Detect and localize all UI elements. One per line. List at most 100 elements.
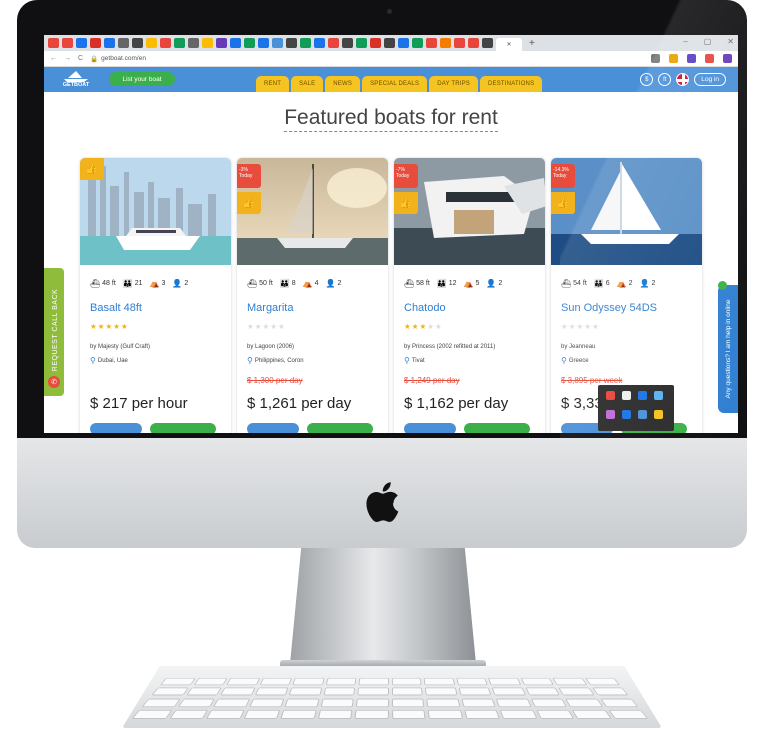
uk-flag-icon[interactable] xyxy=(676,73,690,86)
extension-icon[interactable] xyxy=(669,54,678,63)
spec-length: ⛴ 58 ft xyxy=(404,279,430,288)
details-button[interactable] xyxy=(90,423,142,433)
nav-tab-rent[interactable]: RENT xyxy=(256,76,290,92)
details-button[interactable] xyxy=(247,423,299,433)
browser-tab[interactable] xyxy=(370,38,381,48)
close-window-button[interactable]: ✕ xyxy=(727,37,734,46)
browser-tab-active[interactable]: ✕ xyxy=(496,38,522,51)
spec-cabins-value: 4 xyxy=(314,280,319,287)
browser-tab[interactable] xyxy=(342,38,353,48)
extension-icon[interactable] xyxy=(723,54,732,63)
current-price: $ 217 per hour xyxy=(90,395,188,412)
browser-tab[interactable] xyxy=(356,38,367,48)
browser-tab[interactable] xyxy=(426,38,437,48)
details-button[interactable] xyxy=(404,423,456,433)
browser-tab[interactable] xyxy=(258,38,269,48)
browser-tab[interactable] xyxy=(118,38,129,48)
browser-tab[interactable] xyxy=(202,38,213,48)
browser-tab[interactable] xyxy=(440,38,451,48)
url-field[interactable]: 🔒 getboat.com/en xyxy=(90,55,146,63)
nav-tab-news[interactable]: NEWS xyxy=(325,76,361,92)
request-callback-tab[interactable]: REQUEST CALL BACK ✆ xyxy=(44,268,64,396)
boat-builder: by Majesty (Gulf Craft) xyxy=(90,344,151,350)
browser-tab[interactable] xyxy=(412,38,423,48)
boat-card[interactable]: 👍 ⛴ 48 ft 👪 21 ⛺ 3 👤 2 Basalt 48ft ★★★★★ by Majesty… xyxy=(79,157,232,433)
browser-tab[interactable] xyxy=(230,38,241,48)
login-button[interactable]: Log in xyxy=(694,73,726,86)
browser-tab[interactable] xyxy=(272,38,283,48)
tray-app-icon[interactable] xyxy=(622,410,631,419)
browser-tab[interactable] xyxy=(286,38,297,48)
browser-tab[interactable] xyxy=(174,38,185,48)
tray-app-icon[interactable] xyxy=(622,391,631,400)
spec-cabins: ⛺ 3 xyxy=(150,279,166,288)
keyboard-key xyxy=(177,698,216,707)
spec-guests-value: 6 xyxy=(605,280,610,287)
browser-tab[interactable] xyxy=(216,38,227,48)
boat-name-link[interactable]: Basalt 48ft xyxy=(90,302,142,314)
browser-tab[interactable] xyxy=(132,38,143,48)
help-online-tab[interactable]: Any questions? I am help in online xyxy=(718,281,738,413)
tray-app-icon[interactable] xyxy=(638,410,647,419)
rating-stars: ★★★★★ xyxy=(561,322,600,331)
browser-tab[interactable] xyxy=(244,38,255,48)
boat-name-link[interactable]: Chatodo xyxy=(404,302,446,314)
browser-tab[interactable] xyxy=(314,38,325,48)
nav-tab-destinations[interactable]: DESTINATIONS xyxy=(480,76,543,92)
list-your-boat-button[interactable]: List your boat xyxy=(109,72,175,86)
browser-tab[interactable] xyxy=(104,38,115,48)
browser-tab[interactable] xyxy=(48,38,59,48)
tray-app-icon[interactable] xyxy=(606,410,615,419)
nav-tab-sale[interactable]: SALE xyxy=(291,76,324,92)
minimize-button[interactable]: – xyxy=(683,37,687,46)
card-buttons xyxy=(90,423,216,433)
discount-label: Today xyxy=(396,173,410,179)
browser-tab[interactable] xyxy=(328,38,339,48)
book-button[interactable] xyxy=(307,423,373,433)
book-button[interactable] xyxy=(464,423,530,433)
boat-card[interactable]: -3% Today 👍 ⛴ 50 ft 👪 8 ⛺ 4 👤 2 Margarita ★★★★★ by La… xyxy=(236,157,389,433)
boat-name-link[interactable]: Margarita xyxy=(247,302,293,314)
browser-tab[interactable] xyxy=(188,38,199,48)
forward-icon[interactable]: → xyxy=(64,55,71,62)
currency-button[interactable]: $ xyxy=(640,73,654,86)
browser-tab[interactable] xyxy=(454,38,465,48)
phone-icon: ✆ xyxy=(48,376,60,388)
keyboard-key xyxy=(354,709,389,719)
keyboard-key xyxy=(205,709,245,719)
extension-icon[interactable] xyxy=(651,54,660,63)
browser-tab[interactable] xyxy=(76,38,87,48)
nav-tab-day-trips[interactable]: DAY TRIPS xyxy=(429,76,478,92)
units-button[interactable]: ft xyxy=(658,73,672,86)
tray-app-icon[interactable] xyxy=(654,391,663,400)
browser-tab[interactable] xyxy=(482,38,493,48)
browser-tab[interactable] xyxy=(398,38,409,48)
browser-tab[interactable] xyxy=(160,38,171,48)
extension-icon[interactable] xyxy=(687,54,696,63)
reload-icon[interactable]: C xyxy=(78,55,83,62)
browser-tab[interactable] xyxy=(468,38,479,48)
new-tab-button[interactable]: + xyxy=(529,38,535,49)
getboat-logo[interactable]: GETBOAT xyxy=(58,70,94,90)
spec-crew: 👤 2 xyxy=(640,279,656,288)
spec-length-value: 54 ft xyxy=(573,280,587,287)
back-icon[interactable]: ← xyxy=(50,55,57,62)
book-button[interactable] xyxy=(150,423,216,433)
tray-app-icon[interactable] xyxy=(654,410,663,419)
rating-stars: ★★★★★ xyxy=(247,322,286,331)
browser-tab[interactable] xyxy=(62,38,73,48)
nav-tab-special-deals[interactable]: SPECIAL DEALS xyxy=(362,76,428,92)
boat-name-link[interactable]: Sun Odyssey 54DS xyxy=(561,302,657,314)
tray-app-icon[interactable] xyxy=(638,391,647,400)
browser-tab[interactable] xyxy=(300,38,311,48)
boat-card[interactable]: -7% Today 👍 ⛴ 58 ft 👪 12 ⛺ 5 👤 2 Chatodo ★★★★★ by Pri… xyxy=(393,157,546,433)
keyboard-key xyxy=(280,709,317,719)
maximize-button[interactable]: ▢ xyxy=(704,37,712,46)
extension-icon[interactable] xyxy=(705,54,714,63)
browser-tab[interactable] xyxy=(384,38,395,48)
location-text: Dubai, Uae xyxy=(97,357,128,364)
keyboard-key xyxy=(322,687,356,696)
browser-tab[interactable] xyxy=(146,38,157,48)
browser-tab[interactable] xyxy=(90,38,101,48)
tray-app-icon[interactable] xyxy=(606,391,615,400)
